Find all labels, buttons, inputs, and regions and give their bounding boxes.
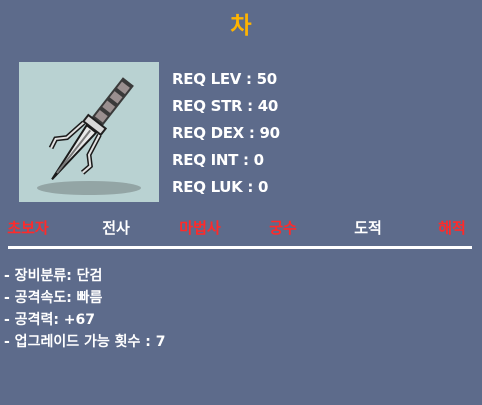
req-dex: REQ DEX : 90 xyxy=(172,124,280,142)
detail-attack-power: - 공격력: +67 xyxy=(4,312,96,328)
item-name: 차 xyxy=(230,13,252,39)
req-luk: REQ LUK : 0 xyxy=(172,178,269,196)
job-list: 초보자 전사 마법사 궁수 도적 해적 xyxy=(0,217,482,241)
job-archer: 궁수 xyxy=(269,219,297,237)
detail-upgrade-slots: - 업그레이드 가능 횟수 : 7 xyxy=(4,334,166,350)
job-magician: 마법사 xyxy=(179,219,221,237)
requirements-list: REQ LEV : 50 REQ STR : 40 REQ DEX : 90 R… xyxy=(172,66,280,201)
item-icon-panel xyxy=(19,62,159,202)
req-level: REQ LEV : 50 xyxy=(172,70,277,88)
job-warrior: 전사 xyxy=(102,219,130,237)
item-details: - 장비분류: 단검 - 공격속도: 빠름 - 공격력: +67 - 업그레이드… xyxy=(4,265,165,353)
detail-category: - 장비분류: 단검 xyxy=(4,268,103,284)
job-beginner: 초보자 xyxy=(7,219,49,237)
req-int: REQ INT : 0 xyxy=(172,151,264,169)
req-str: REQ STR : 40 xyxy=(172,97,279,115)
trident-dagger-icon xyxy=(37,77,141,195)
job-pirate: 해적 xyxy=(438,219,466,237)
detail-attack-speed: - 공격속도: 빠름 xyxy=(4,290,103,306)
divider xyxy=(8,246,472,249)
job-thief: 도적 xyxy=(354,219,382,237)
